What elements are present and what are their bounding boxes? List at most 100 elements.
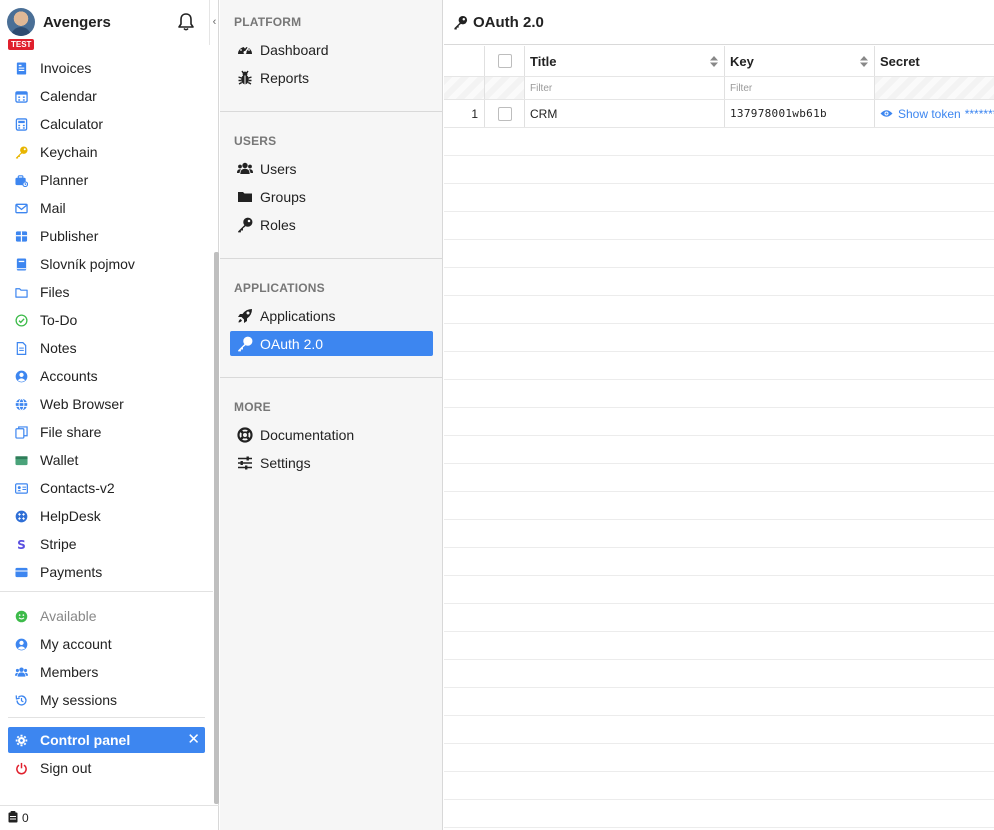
users-icon (14, 665, 28, 679)
avatar[interactable] (7, 8, 35, 36)
column-key-label: Key (730, 53, 754, 69)
sidebar-item-files[interactable]: Files (8, 279, 205, 305)
nav-item-label: Reports (260, 69, 310, 86)
book-icon (14, 257, 28, 271)
invoice-icon (14, 61, 28, 75)
eye-icon (880, 109, 893, 118)
sidebar-item-label: Mail (40, 200, 66, 216)
env-badge: TEST (8, 39, 35, 50)
copy-icon (14, 425, 28, 439)
sidebar-item-label: Calculator (40, 116, 104, 132)
sidebar-item-notes[interactable]: Notes (8, 335, 205, 361)
empty-table-row (444, 268, 994, 296)
select-all-checkbox[interactable] (497, 54, 512, 68)
sidebar-item-wallet[interactable]: Wallet (8, 447, 205, 473)
smiley-icon (14, 609, 28, 623)
sidebar-item-helpdesk[interactable]: HelpDesk (8, 503, 205, 529)
sidebar-item-label: Available (40, 608, 97, 624)
sidebar-item-label: Notes (40, 340, 77, 356)
sidebar-item-label: Control panel (40, 732, 131, 748)
sidebar-item-label: Members (40, 664, 99, 680)
wallet-icon (14, 453, 28, 467)
filter-row: Filter Filter (444, 77, 994, 100)
sidebar-item-file-share[interactable]: File share (8, 419, 205, 445)
sidebar-item-invoices[interactable]: Invoices (8, 55, 205, 81)
sidebar-item-keychain[interactable]: Keychain (8, 139, 205, 165)
secret-mask: ******** (964, 106, 994, 121)
nav-item-reports[interactable]: Reports (230, 65, 433, 90)
sidebar-item-planner[interactable]: Planner (8, 167, 205, 193)
sidebar-item-web-browser[interactable]: Web Browser (8, 391, 205, 417)
sidebar-item-my-sessions[interactable]: My sessions (8, 687, 205, 713)
sidebar-item-todo[interactable]: To-Do (8, 307, 205, 333)
sidebar-item-available[interactable]: Available (8, 603, 205, 629)
key-icon (236, 335, 254, 353)
sidebar-item-contacts[interactable]: Contacts-v2 (8, 475, 205, 501)
empty-table-row (444, 772, 994, 800)
nav-item-users[interactable]: Users (230, 156, 433, 181)
page-title: OAuth 2.0 (473, 13, 544, 31)
planner-icon (14, 173, 28, 187)
column-header-title[interactable]: Title (525, 46, 725, 76)
column-header-secret[interactable]: Secret (875, 46, 994, 76)
rownum-header (444, 46, 485, 76)
sidebar-footer: 0 (0, 805, 219, 830)
column-header-key[interactable]: Key (725, 46, 875, 76)
nav-item-label: OAuth 2.0 (260, 335, 324, 352)
key-filter-input[interactable]: Filter (725, 77, 875, 99)
show-token-link[interactable]: Show token ******** (880, 107, 994, 121)
org-name[interactable]: Avengers (43, 14, 111, 31)
note-icon (14, 341, 28, 355)
sidebar-item-calendar[interactable]: Calendar (8, 83, 205, 109)
sidebar-item-my-account[interactable]: My account (8, 631, 205, 657)
sidebar-item-label: Sign out (40, 760, 92, 776)
empty-table-row (444, 156, 994, 184)
collapse-sidebar-button[interactable]: ‹ (209, 0, 219, 45)
close-icon[interactable]: ✕ (187, 731, 200, 749)
nav-divider (220, 377, 443, 378)
sidebar-item-calculator[interactable]: Calculator (8, 111, 205, 137)
sidebar-item-slovnik[interactable]: Slovník pojmov (8, 251, 205, 277)
table-row[interactable]: 1 CRM 137978001wb61b Show token ******** (444, 100, 994, 128)
sidebar-item-mail[interactable]: Mail (8, 195, 205, 221)
sidebar-item-publisher[interactable]: Publisher (8, 223, 205, 249)
sidebar-scrollbar[interactable] (214, 252, 219, 804)
nav-item-oauth[interactable]: OAuth 2.0 (230, 331, 433, 356)
sidebar-item-stripe[interactable]: S Stripe (8, 531, 205, 557)
sidebar-item-label: Web Browser (40, 396, 124, 412)
nav-item-dashboard[interactable]: Dashboard (230, 37, 433, 62)
sort-icon[interactable] (860, 56, 868, 67)
nav-item-applications[interactable]: Applications (230, 303, 433, 328)
row-secret: Show token ******** (875, 100, 994, 127)
row-number: 1 (444, 100, 485, 127)
sidebar-item-accounts[interactable]: Accounts (8, 363, 205, 389)
dashboard-icon (236, 41, 254, 59)
sidebar-item-members[interactable]: Members (8, 659, 205, 685)
nav-item-groups[interactable]: Groups (230, 184, 433, 209)
key-icon (236, 216, 254, 234)
table-header-row: Title Key Secret (444, 46, 994, 77)
bell-icon[interactable] (176, 12, 196, 32)
page-header: OAuth 2.0 (444, 0, 994, 45)
sort-icon[interactable] (710, 56, 718, 67)
nav-item-roles[interactable]: Roles (230, 212, 433, 237)
sidebar-item-label: Calendar (40, 88, 97, 104)
row-title: CRM (525, 100, 725, 127)
sidebar-header: TEST Avengers ‹ (0, 0, 219, 50)
sidebar-item-payments[interactable]: Payments (8, 559, 205, 585)
key-icon (453, 15, 468, 30)
nav-item-documentation[interactable]: Documentation (230, 422, 433, 447)
row-checkbox[interactable] (497, 106, 512, 121)
empty-table-row (444, 324, 994, 352)
sidebar-item-sign-out[interactable]: Sign out (8, 755, 205, 781)
sidebar-item-label: My account (40, 636, 112, 652)
credit-card-icon (14, 565, 28, 579)
nav-item-settings[interactable]: Settings (230, 450, 433, 475)
sidebar-item-label: Wallet (40, 452, 79, 468)
sidebar-item-control-panel[interactable]: Control panel ✕ (8, 727, 205, 753)
sidebar-divider (0, 591, 213, 592)
nav-item-label: Settings (260, 454, 311, 471)
empty-table-row (444, 380, 994, 408)
calendar-icon (14, 89, 28, 103)
title-filter-input[interactable]: Filter (525, 77, 725, 99)
